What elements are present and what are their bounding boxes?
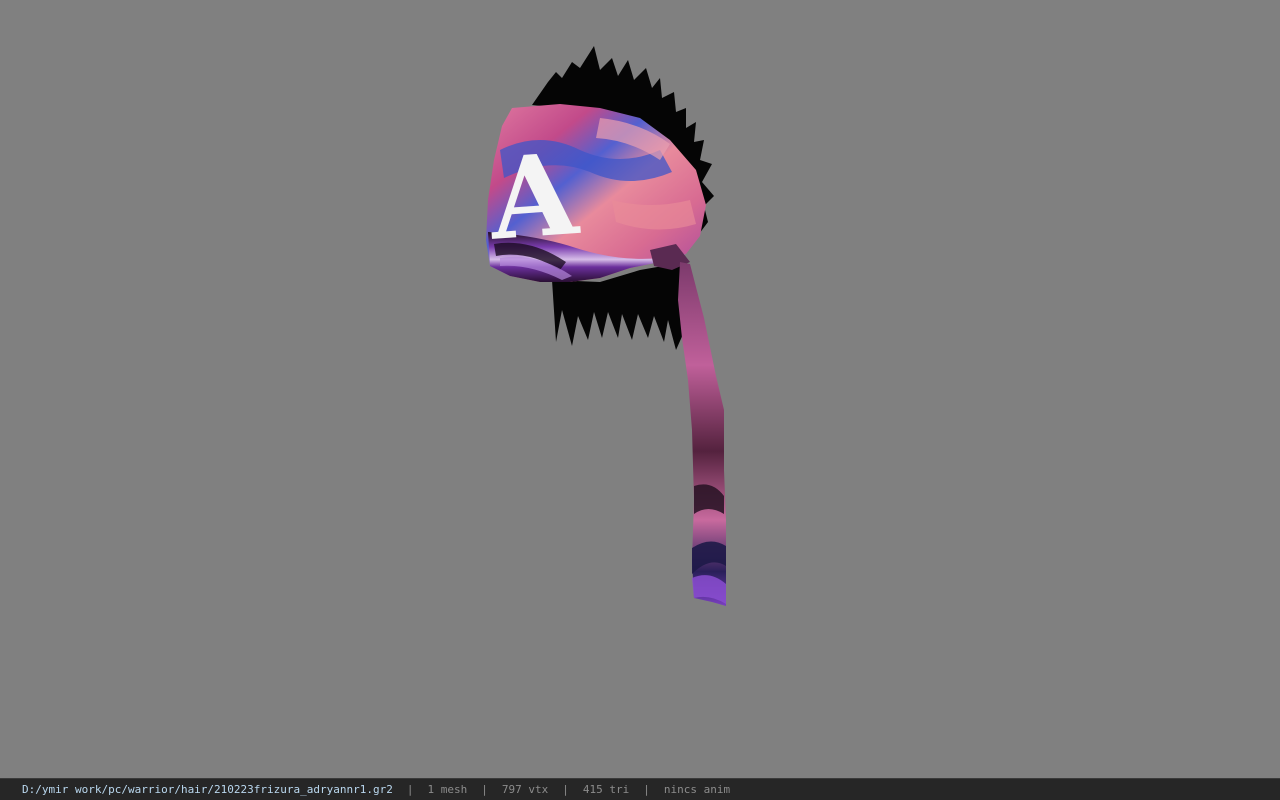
file-path: D:/ymir work/pc/warrior/hair/210223frizu…: [22, 783, 393, 796]
triangle-count: 415 tri: [582, 783, 630, 796]
animation-status: nincs anim: [663, 783, 731, 796]
status-separator: |: [406, 783, 414, 796]
status-separator: |: [481, 783, 488, 796]
model-viewer-window: A D:/ymir work/pc/warrior/hair/210223fri…: [0, 0, 1280, 800]
vertex-count: 797 vtx: [501, 783, 549, 796]
status-separator: |: [643, 783, 650, 796]
model-render: A: [485, 46, 726, 606]
mesh-count: 1 mesh: [427, 783, 468, 796]
status-bar: D:/ymir work/pc/warrior/hair/210223frizu…: [0, 778, 1280, 800]
3d-viewport[interactable]: A: [0, 0, 1280, 778]
status-separator: |: [562, 783, 569, 796]
bandana-letter: A: [485, 129, 584, 266]
